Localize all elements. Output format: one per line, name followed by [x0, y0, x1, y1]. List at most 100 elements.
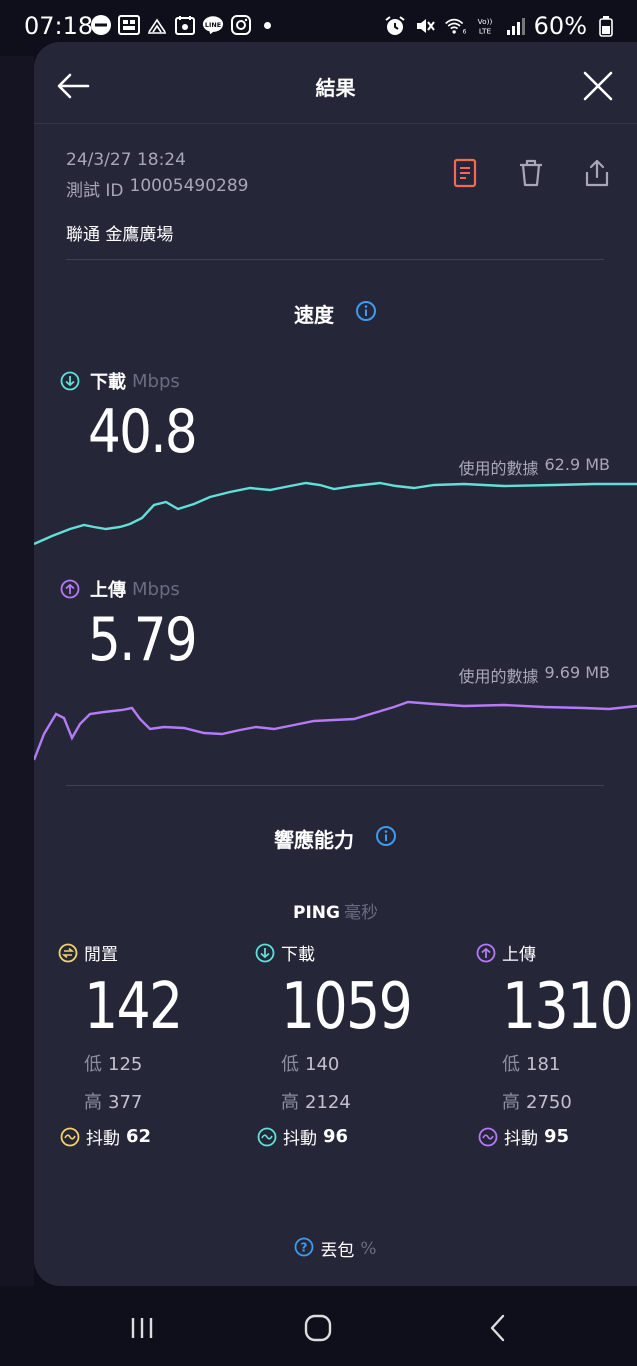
jitter-label: 抖動: [86, 1129, 120, 1149]
download-unit: Mbps: [132, 370, 180, 392]
test-id-label: 測試 ID: [66, 181, 124, 201]
ping-idle-label: 閒置: [84, 945, 118, 965]
upload-header: 上傳 Mbps: [60, 576, 180, 602]
line-app-icon: LINE: [202, 14, 224, 36]
packet-loss-label: 丟包: [320, 1241, 355, 1261]
ping-title: PING 毫秒: [34, 898, 637, 923]
result-actions: [446, 154, 616, 192]
mms-icon: [118, 14, 140, 36]
ping-upload-value: 1310: [502, 970, 634, 1044]
responsiveness-info-button[interactable]: [375, 825, 397, 852]
upload-label: 上傳: [90, 580, 126, 601]
ping-download-high: 高 2124: [281, 1088, 351, 1114]
speed-section-title: 速度: [34, 299, 637, 328]
more-notifications-dot: [264, 21, 271, 29]
upload-speed-value: 5.79: [88, 605, 198, 675]
mute-icon: [414, 15, 436, 37]
ping-download-jitter-value: 96: [323, 1126, 349, 1147]
high-label: 高: [281, 1092, 299, 1113]
share-button[interactable]: [578, 154, 616, 192]
back-nav-button[interactable]: [478, 1310, 518, 1346]
packet-loss-help-button[interactable]: ?: [294, 1237, 314, 1261]
ping-idle: 閒置 142 低 125 高 377 抖動 62: [58, 940, 248, 1170]
notification-icons: LINE: [90, 14, 271, 36]
recent-apps-button[interactable]: [122, 1310, 162, 1346]
provider-name: 聯通 金鷹廣場: [66, 225, 174, 245]
jitter-label: 抖動: [504, 1129, 538, 1149]
report-button[interactable]: [446, 154, 484, 192]
packet-loss-unit: %: [360, 1238, 377, 1259]
trash-icon: [520, 159, 542, 187]
high-label: 高: [502, 1092, 520, 1113]
back-icon: [490, 1314, 505, 1342]
ping-upload-high-value: 2750: [526, 1092, 572, 1113]
test-date: 24/3/27 18:24: [66, 150, 186, 170]
help-icon: ?: [295, 1237, 314, 1256]
battery-percent: 60%: [533, 12, 587, 40]
ping-download-low-value: 140: [305, 1054, 340, 1075]
info-icon: [355, 301, 376, 321]
low-label: 低: [502, 1054, 520, 1075]
svg-text:6: 6: [462, 30, 465, 36]
ping-idle-value: 142: [84, 970, 183, 1044]
ping-download-low: 低 140: [281, 1050, 339, 1076]
signal-icon: [504, 15, 526, 37]
upload-unit: Mbps: [132, 578, 180, 600]
network-icon: [146, 14, 168, 36]
download-arrow-icon: [60, 371, 80, 391]
ping-idle-low-value: 125: [108, 1054, 143, 1075]
download-speed-line: [34, 481, 637, 546]
ping-download-jitter: 抖動 96: [257, 1124, 348, 1149]
divider: [66, 785, 604, 786]
ping-download-high-value: 2124: [305, 1092, 351, 1113]
ping-download-value: 1059: [281, 970, 413, 1044]
svg-text:LTE: LTE: [479, 26, 492, 35]
download-header: 下載 Mbps: [60, 368, 180, 394]
document-icon: [453, 158, 477, 188]
ping-upload: 上傳 1310 低 181 高 2750 抖動 95: [476, 940, 637, 1170]
system-icons: 6 Vo))LTE 60%: [384, 12, 617, 40]
download-speed-graph: [34, 481, 637, 546]
test-id: 測試 ID 10005490289: [66, 176, 249, 201]
divider: [66, 259, 604, 260]
recent-apps-icon: [131, 1318, 153, 1338]
speed-info-button[interactable]: [355, 300, 377, 327]
ping-idle-jitter-value: 62: [126, 1126, 152, 1147]
ping-idle-high-value: 377: [108, 1092, 143, 1113]
info-icon: [375, 826, 396, 846]
ping-upload-jitter: 抖動 95: [478, 1124, 569, 1149]
high-label: 高: [84, 1092, 102, 1113]
ping-idle-high: 高 377: [84, 1088, 142, 1114]
upload-arrow-icon: [60, 579, 80, 599]
home-button[interactable]: [298, 1310, 338, 1346]
close-icon: [583, 71, 613, 101]
ping-upload-jitter-value: 95: [544, 1126, 570, 1147]
ping-download-label: 下載: [281, 945, 315, 965]
upload-speed-line: [34, 700, 637, 761]
delete-button[interactable]: [512, 154, 550, 192]
upload-arrow-icon: [476, 943, 496, 962]
download-label: 下載: [90, 372, 126, 393]
low-label: 低: [281, 1054, 299, 1075]
ping-idle-low: 低 125: [84, 1050, 142, 1076]
ping-upload-header: 上傳: [476, 940, 536, 965]
ping-label: PING: [293, 903, 340, 923]
background-app: [0, 56, 34, 1286]
jitter-icon: [257, 1127, 277, 1146]
ping-idle-jitter: 抖動 62: [60, 1124, 151, 1149]
test-id-value: 10005490289: [129, 176, 249, 196]
download-arrow-icon: [255, 943, 275, 962]
jitter-icon: [478, 1127, 498, 1146]
ping-upload-low-value: 181: [526, 1054, 561, 1075]
page-title: 結果: [315, 76, 356, 100]
download-speed-value: 40.8: [88, 397, 198, 467]
ping-upload-high: 高 2750: [502, 1088, 572, 1114]
home-icon: [304, 1314, 332, 1342]
ping-upload-label: 上傳: [502, 945, 536, 965]
svg-text:?: ?: [301, 1240, 308, 1254]
close-button[interactable]: [578, 66, 618, 106]
responsiveness-section-title: 響應能力: [34, 824, 637, 853]
result-sheet: 結果 24/3/27 18:24 測試 ID 10005490289 聯通 金鷹…: [34, 42, 637, 1286]
speed-title: 速度: [294, 303, 335, 327]
jitter-label: 抖動: [283, 1129, 317, 1149]
